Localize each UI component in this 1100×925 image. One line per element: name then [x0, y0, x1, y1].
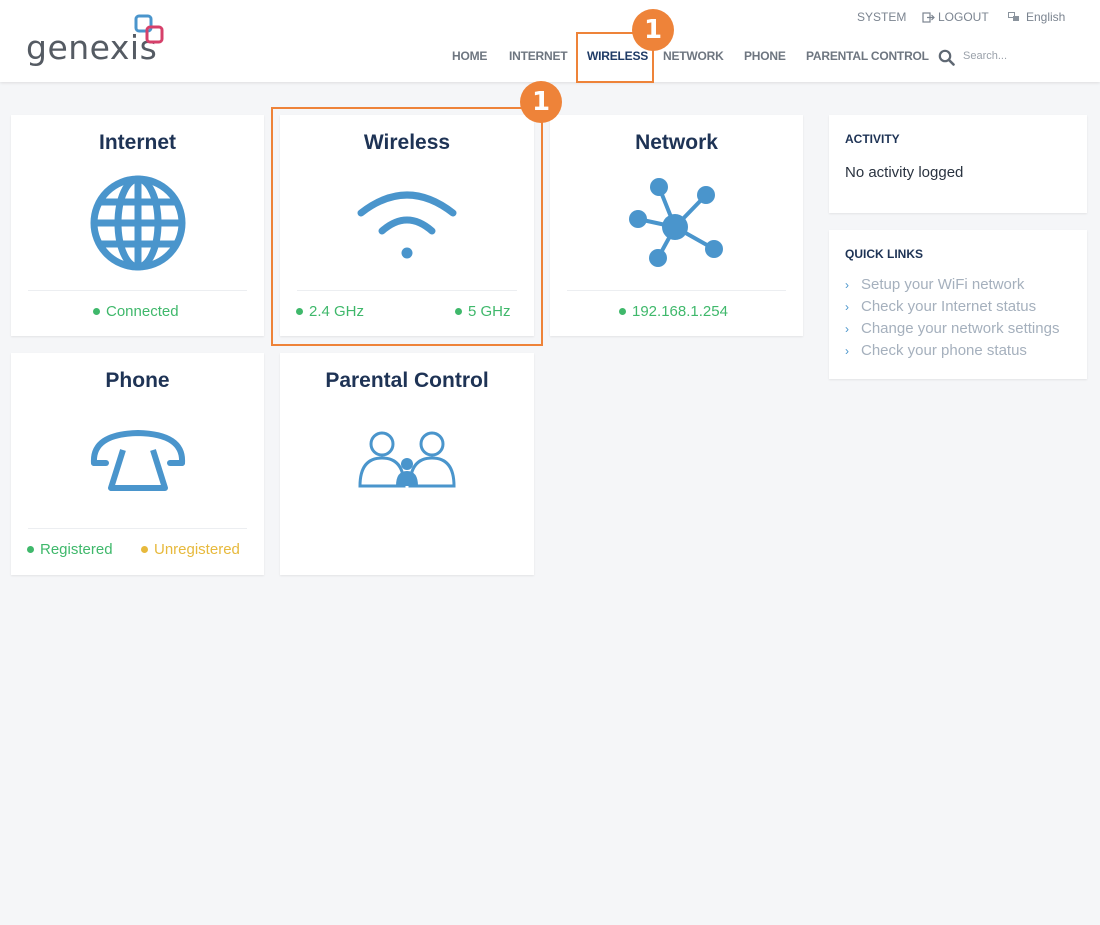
- activity-text: No activity logged: [845, 164, 964, 181]
- phone-registered-label: Registered: [40, 541, 113, 558]
- quick-link-label: Change your network settings: [861, 320, 1060, 337]
- quick-link-network-settings[interactable]: › Change your network settings: [845, 320, 1059, 337]
- logout-label: LOGOUT: [938, 10, 989, 24]
- genexis-logo[interactable]: genexis: [26, 14, 176, 67]
- status-dot: [619, 308, 626, 315]
- internet-status: Connected: [93, 303, 179, 320]
- parental-control-icon: [358, 431, 456, 488]
- globe-icon: [90, 175, 186, 271]
- chevron-right-icon: ›: [845, 277, 849, 292]
- logout-icon: [922, 11, 935, 23]
- network-status: 192.168.1.254: [619, 303, 728, 320]
- nav-phone[interactable]: PHONE: [744, 49, 786, 63]
- internet-card-title: Internet: [98, 131, 176, 154]
- search-input[interactable]: [963, 47, 1073, 65]
- status-dot: [141, 546, 148, 553]
- logout-link[interactable]: LOGOUT: [922, 10, 989, 24]
- parental-control-card-title: Parental Control: [325, 369, 489, 392]
- phone-icon: [90, 429, 186, 491]
- activity-panel: ACTIVITY No activity logged: [829, 115, 1087, 213]
- chevron-right-icon: ›: [845, 321, 849, 336]
- network-card-title: Network: [635, 131, 718, 154]
- phone-card-title: Phone: [105, 369, 170, 392]
- network-icon: [629, 178, 723, 267]
- nav-parental-control[interactable]: PARENTAL CONTROL: [806, 49, 929, 63]
- step-badge-nav: 1: [632, 9, 674, 51]
- quick-links-title: QUICK LINKS: [845, 247, 923, 261]
- nav-internet[interactable]: INTERNET: [509, 49, 568, 63]
- quick-link-setup-wifi[interactable]: › Setup your WiFi network: [845, 276, 1024, 293]
- step-badge-card: 1: [520, 81, 562, 123]
- chevron-right-icon: ›: [845, 343, 849, 358]
- quick-link-label: Setup your WiFi network: [861, 276, 1025, 293]
- status-dot: [93, 308, 100, 315]
- quick-link-label: Check your Internet status: [861, 298, 1037, 315]
- card-divider: [567, 290, 786, 291]
- card-divider: [28, 528, 247, 529]
- quick-link-phone-status[interactable]: › Check your phone status: [845, 342, 1027, 359]
- system-link[interactable]: SYSTEM: [857, 10, 906, 24]
- parental-control-card[interactable]: Parental Control: [280, 353, 534, 575]
- internet-card[interactable]: Internet Connected: [11, 115, 264, 336]
- wireless-card-highlight: [271, 107, 543, 346]
- activity-title: ACTIVITY: [845, 132, 900, 146]
- top-header: genexis SYSTEM LOGOUT English HOME INTER…: [0, 0, 1100, 82]
- language-selector[interactable]: English: [1008, 10, 1065, 24]
- chevron-right-icon: ›: [845, 299, 849, 314]
- internet-status-label: Connected: [106, 303, 179, 320]
- logo-rings-icon: [134, 14, 164, 44]
- phone-unregistered-label: Unregistered: [154, 541, 240, 558]
- network-ip-label: 192.168.1.254: [632, 303, 728, 320]
- phone-status-unregistered: Unregistered: [141, 541, 240, 558]
- status-dot: [27, 546, 34, 553]
- card-divider: [28, 290, 247, 291]
- quick-links-panel: QUICK LINKS › Setup your WiFi network › …: [829, 230, 1087, 379]
- language-label: English: [1026, 10, 1066, 24]
- phone-status-registered: Registered: [27, 541, 113, 558]
- language-icon: [1008, 12, 1019, 21]
- network-card[interactable]: Network 192.168.1.254: [550, 115, 803, 336]
- phone-card[interactable]: Phone Registered Unregistered: [11, 353, 264, 575]
- quick-link-label: Check your phone status: [861, 342, 1027, 359]
- quick-link-internet-status[interactable]: › Check your Internet status: [845, 298, 1036, 315]
- nav-home[interactable]: HOME: [452, 49, 487, 63]
- nav-network[interactable]: NETWORK: [663, 49, 724, 63]
- search-icon[interactable]: [938, 49, 955, 66]
